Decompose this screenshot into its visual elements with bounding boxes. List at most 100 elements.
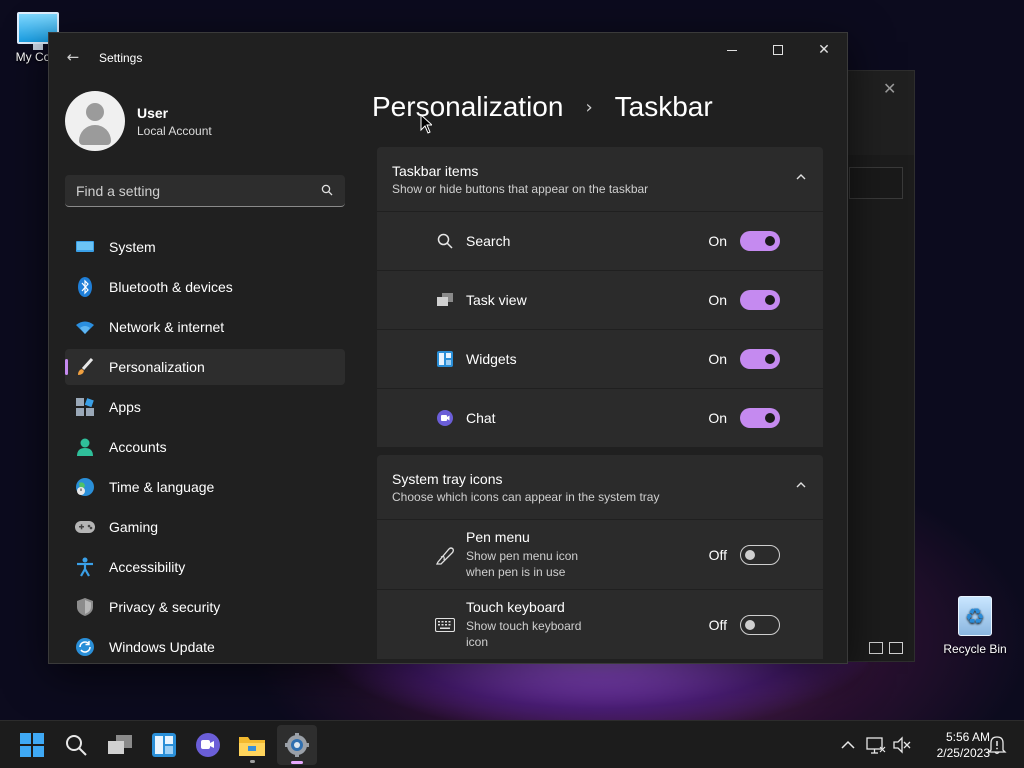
bluetooth-icon	[75, 277, 95, 297]
sidebar-item-label: Time & language	[109, 479, 215, 495]
start-button[interactable]	[12, 725, 52, 765]
pen-menu-toggle[interactable]	[740, 544, 780, 565]
taskbar: 5:56 AM 2/25/2023	[0, 720, 1024, 768]
chat-icon	[196, 733, 220, 757]
sidebar-item-label: Privacy & security	[109, 599, 221, 615]
recycle-bin-icon	[958, 596, 992, 636]
sidebar-item-privacy[interactable]: Privacy & security	[65, 589, 345, 625]
breadcrumb-parent[interactable]: Personalization	[372, 91, 563, 123]
setting-row-touch-keyboard: Touch keyboard Show touch keyboard icon …	[377, 590, 823, 659]
shield-icon	[75, 597, 95, 617]
group-title: System tray icons	[392, 471, 503, 487]
sidebar-item-accessibility[interactable]: Accessibility	[65, 549, 345, 585]
toggle-state-label: On	[708, 233, 727, 249]
avatar	[65, 91, 125, 151]
sidebar-nav: System Bluetooth & devices Network & int…	[65, 229, 345, 663]
file-explorer-button[interactable]	[232, 725, 272, 765]
active-indicator	[291, 761, 303, 764]
setting-label: Chat	[466, 410, 496, 426]
gamepad-icon	[75, 517, 95, 537]
search-icon	[435, 231, 455, 251]
setting-label: Touch keyboard	[466, 599, 565, 615]
notification-icon[interactable]	[986, 734, 1008, 756]
search-toggle[interactable]	[740, 231, 780, 251]
clock-date: 2/25/2023	[936, 746, 990, 760]
group-subtitle: Choose which icons can appear in the sys…	[392, 490, 660, 504]
group-subtitle: Show or hide buttons that appear on the …	[392, 182, 649, 196]
clock-time: 5:56 AM	[945, 730, 990, 744]
background-window-field[interactable]	[849, 167, 903, 199]
chevron-up-icon[interactable]	[838, 735, 858, 755]
sidebar-item-system[interactable]: System	[65, 229, 345, 265]
apps-icon	[75, 397, 95, 417]
chevron-up-icon[interactable]	[795, 479, 807, 491]
back-arrow-icon[interactable]: ←	[63, 47, 83, 67]
sidebar-item-personalization[interactable]: Personalization	[65, 349, 345, 385]
setting-row-pen-menu: Pen menu Show pen menu icon when pen is …	[377, 520, 823, 589]
widgets-icon	[435, 349, 455, 369]
profile-name: User	[137, 104, 169, 121]
touch-keyboard-toggle[interactable]	[740, 614, 780, 635]
system-clock[interactable]: 5:56 AM 2/25/2023	[918, 729, 990, 761]
task-view-toggle[interactable]	[740, 290, 780, 310]
taskbar-items-header[interactable]: Taskbar items Show or hide buttons that …	[377, 147, 823, 211]
setting-row-search: Search On	[377, 212, 823, 270]
sidebar-item-accounts[interactable]: Accounts	[65, 429, 345, 465]
chat-toggle[interactable]	[740, 408, 780, 428]
widgets-button[interactable]	[144, 725, 184, 765]
settings-taskbar-button[interactable]	[277, 725, 317, 765]
search-input[interactable]	[65, 175, 345, 206]
close-icon[interactable]: ✕	[883, 79, 896, 98]
desktop-icon-recycle-bin[interactable]: Recycle Bin	[940, 596, 1010, 656]
gear-icon	[285, 733, 309, 757]
minimize-button[interactable]	[709, 33, 755, 67]
sidebar-item-label: Accessibility	[109, 559, 186, 575]
system-tray-header[interactable]: System tray icons Choose which icons can…	[377, 455, 823, 519]
search-icon[interactable]	[321, 184, 333, 196]
sidebar-item-label: Bluetooth & devices	[109, 279, 233, 295]
widgets-toggle[interactable]	[740, 349, 780, 369]
profile-account-type: Local Account	[137, 123, 212, 138]
app-title: Settings	[99, 51, 143, 65]
setting-label-block: Pen menu Show pen menu icon when pen is …	[466, 529, 606, 580]
toggle-state-label: Off	[708, 546, 727, 563]
search-icon	[66, 735, 87, 756]
volume-muted-icon[interactable]	[892, 735, 912, 755]
setting-label-block: Touch keyboard Show touch keyboard icon	[466, 599, 606, 650]
search-box	[65, 175, 345, 207]
desktop-icon-label: Recycle Bin	[943, 642, 1007, 656]
chat-button[interactable]	[188, 725, 228, 765]
chevron-right-icon: ›	[585, 96, 593, 118]
maximize-button[interactable]	[755, 33, 801, 67]
sidebar-item-network[interactable]: Network & internet	[65, 309, 345, 345]
widgets-icon	[152, 733, 176, 757]
folder-icon	[239, 737, 265, 756]
running-indicator	[250, 760, 255, 763]
task-view-button[interactable]	[100, 725, 140, 765]
maximize-icon	[773, 45, 783, 55]
setting-label: Widgets	[466, 351, 517, 367]
chat-icon	[435, 408, 455, 428]
wifi-icon	[75, 317, 95, 337]
user-profile[interactable]: User Local Account	[65, 91, 212, 151]
details-view-icon[interactable]	[869, 642, 883, 654]
sidebar-item-gaming[interactable]: Gaming	[65, 509, 345, 545]
sidebar-item-bluetooth[interactable]: Bluetooth & devices	[65, 269, 345, 305]
sidebar-item-windows-update[interactable]: Windows Update	[65, 629, 345, 663]
mouse-cursor-icon	[420, 114, 432, 134]
window-controls: ✕	[709, 33, 847, 67]
setting-row-chat: Chat On	[377, 389, 823, 447]
update-icon	[75, 637, 95, 657]
sidebar-item-time-language[interactable]: Time & language	[65, 469, 345, 505]
sidebar-item-label: Windows Update	[109, 639, 215, 655]
taskbar-search-button[interactable]	[56, 725, 96, 765]
close-button[interactable]: ✕	[801, 33, 847, 67]
sidebar-item-apps[interactable]: Apps	[65, 389, 345, 425]
titlebar: ← Settings ✕	[49, 33, 847, 83]
large-icons-view-icon[interactable]	[889, 642, 903, 654]
settings-window: ← Settings ✕ User Local Account System B…	[48, 32, 848, 664]
toggle-state-label: Off	[708, 616, 727, 633]
chevron-up-icon[interactable]	[795, 171, 807, 183]
network-icon[interactable]	[866, 735, 886, 755]
group-title: Taskbar items	[392, 163, 479, 179]
